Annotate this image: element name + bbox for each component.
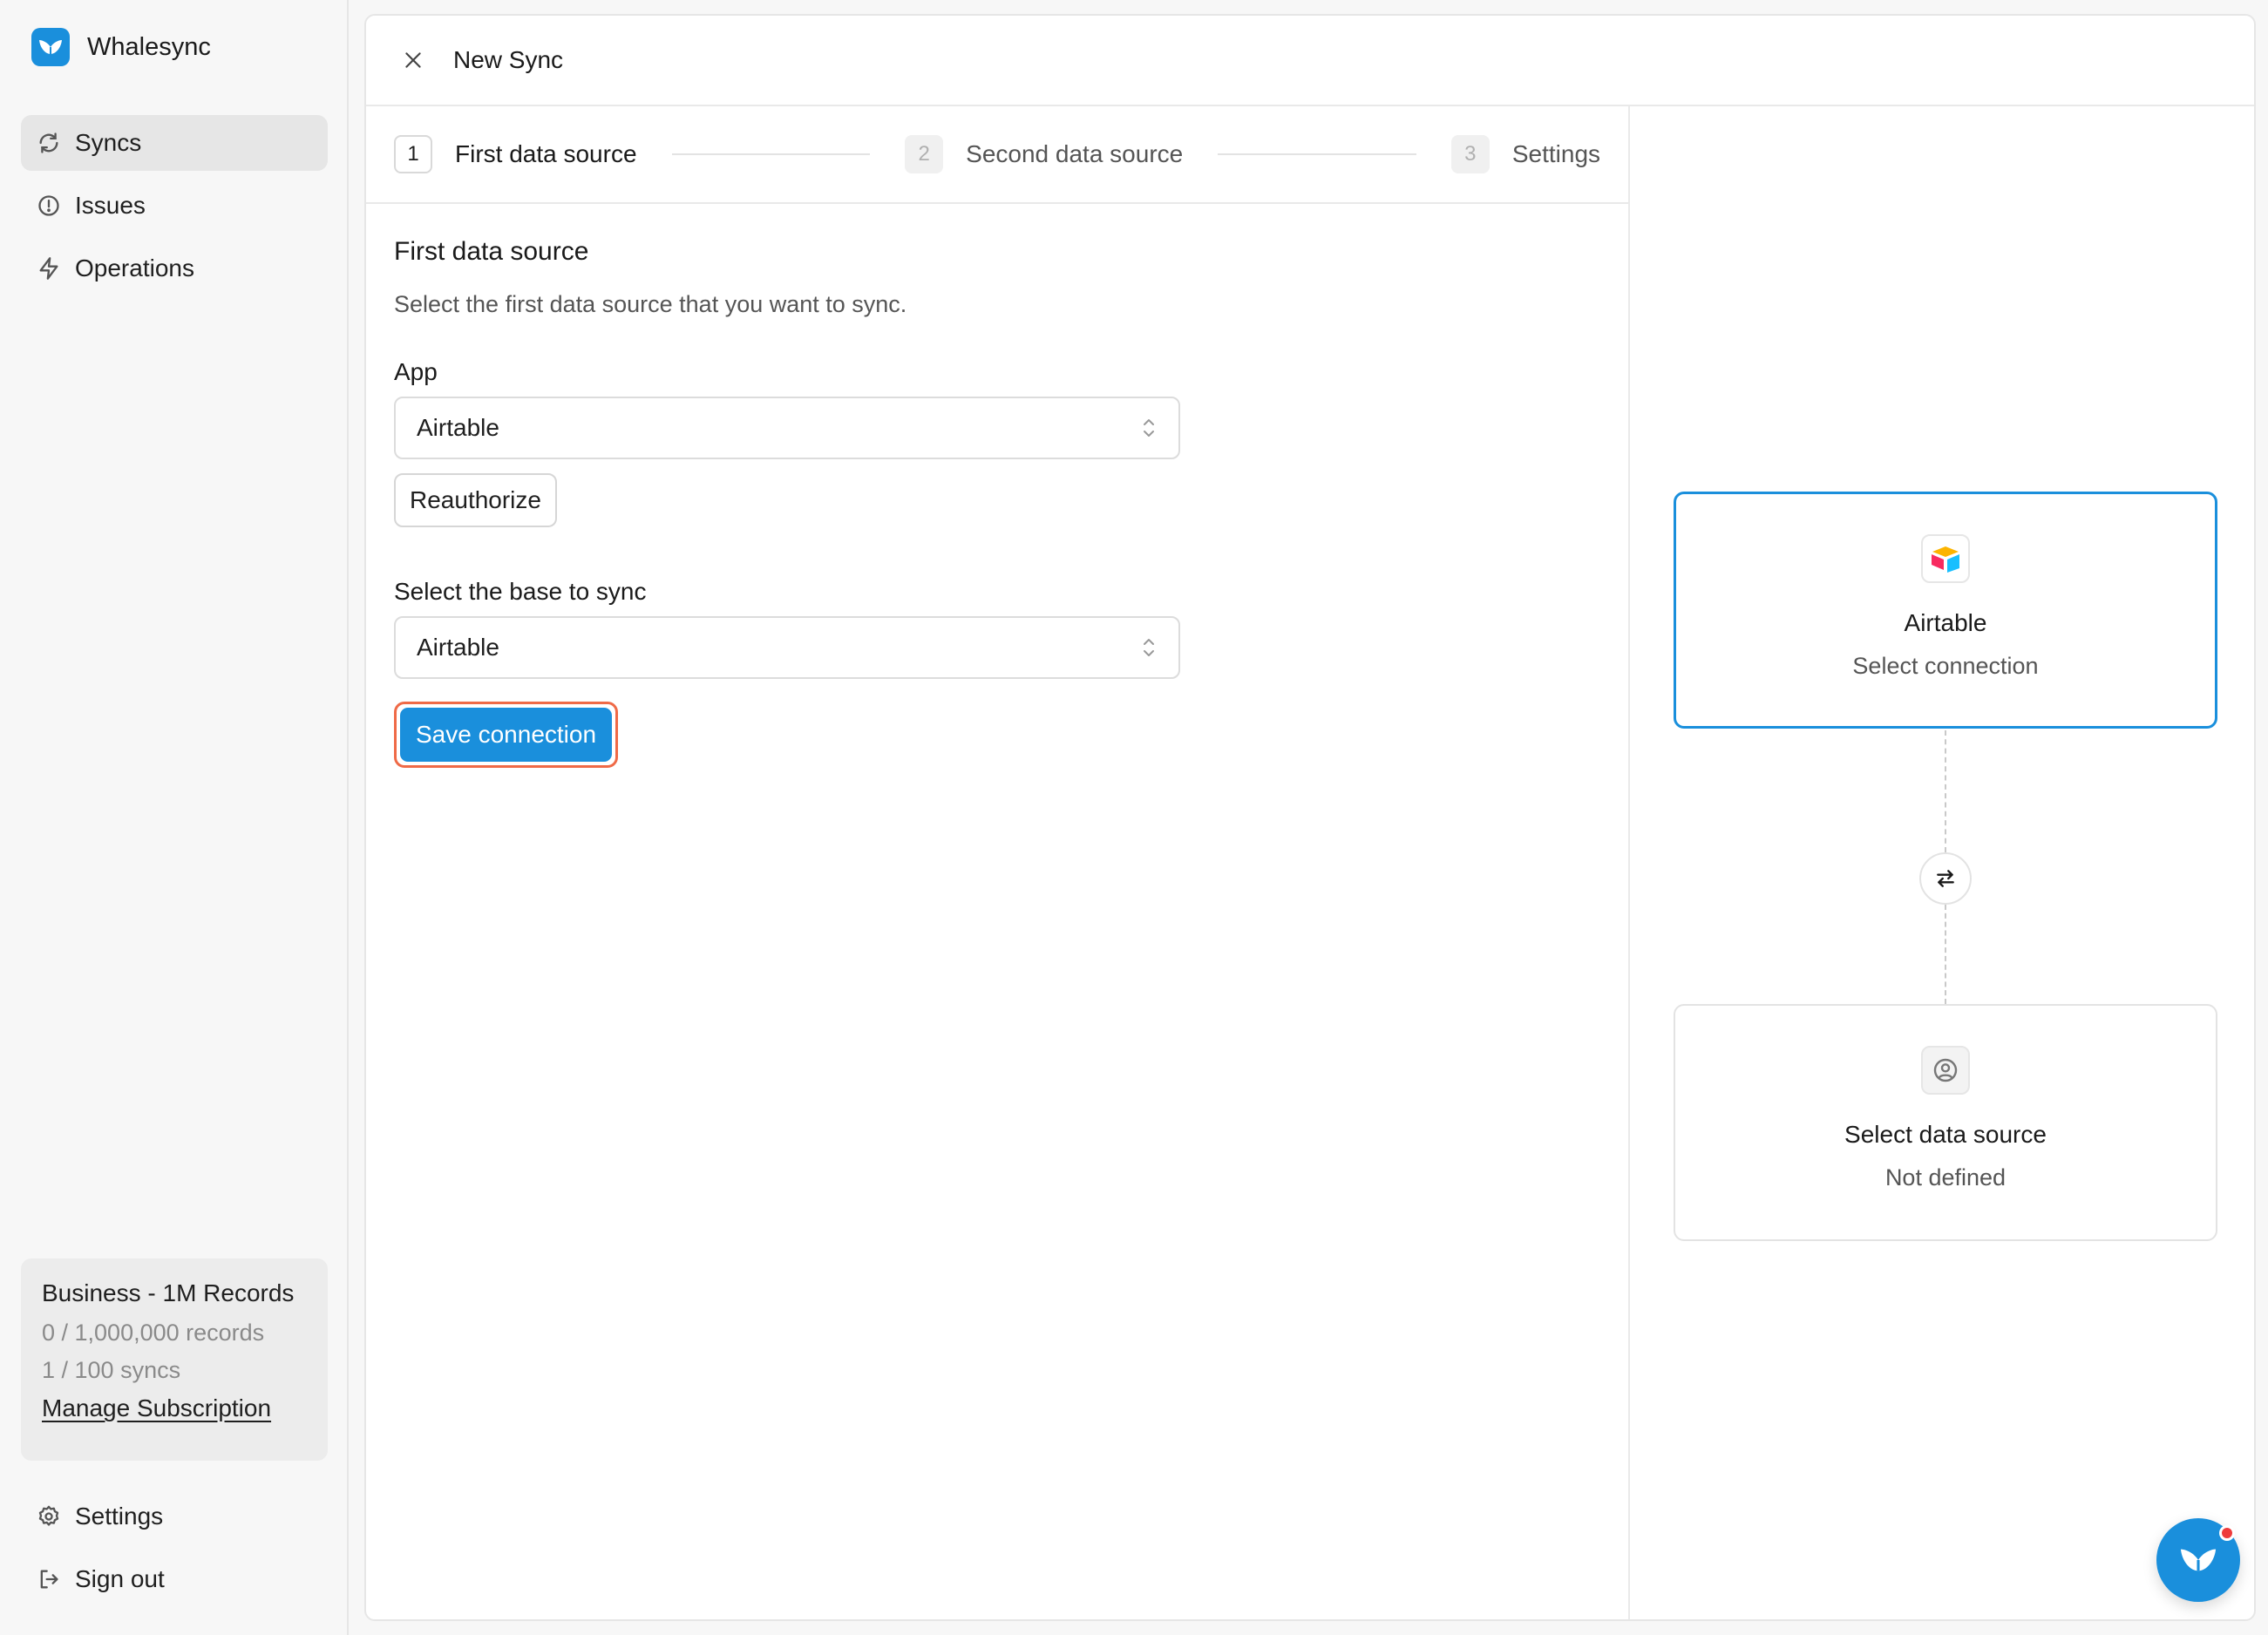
panel-header: New Sync (366, 16, 2254, 106)
target-card-subtitle: Not defined (1884, 1164, 2007, 1191)
step-number: 1 (394, 135, 432, 173)
chevron-up-down-icon (1144, 419, 1154, 437)
plan-syncs: 1 / 100 syncs (42, 1357, 181, 1383)
notification-dot (2219, 1525, 2235, 1541)
form-pane: 1 First data source 2 Second data source… (366, 106, 1630, 1619)
source-card-title: Airtable (1904, 609, 1987, 636)
bolt-icon (37, 256, 61, 281)
reauthorize-button[interactable]: Reauthorize (394, 473, 557, 527)
source-card-subtitle: Select connection (1852, 653, 2039, 679)
app-root: Whalesync Syncs Issues Operations Busine… (0, 0, 2268, 1635)
base-label: Select the base to sync (394, 578, 647, 605)
sidebar-nav: Syncs Issues Operations (21, 115, 328, 303)
step-settings[interactable]: 3 Settings (1450, 135, 1601, 173)
brand-name: Whalesync (87, 32, 211, 61)
gear-icon (37, 1504, 61, 1529)
plan-records: 0 / 1,000,000 records (42, 1320, 265, 1346)
sidebar-item-issues[interactable]: Issues (21, 178, 328, 234)
sidebar-bottom-nav: Settings Sign out (21, 1489, 328, 1614)
brand[interactable]: Whalesync (31, 28, 211, 66)
app-label: App (394, 358, 438, 385)
sidebar-item-settings[interactable]: Settings (21, 1489, 328, 1544)
app-select[interactable]: Airtable (394, 397, 1180, 459)
step-divider (671, 153, 871, 155)
alert-circle-icon (37, 193, 61, 218)
sidebar-item-label: Issues (75, 192, 146, 219)
whalesync-logo-icon (31, 28, 70, 66)
connector-line (1945, 905, 1946, 1004)
step-divider (1218, 153, 1416, 155)
user-circle-icon (1921, 1046, 1970, 1095)
swap-arrows-icon[interactable] (1919, 852, 1972, 905)
sidebar-item-syncs[interactable]: Syncs (21, 115, 328, 171)
step-label: Second data source (966, 140, 1184, 167)
close-icon[interactable] (397, 44, 429, 76)
sidebar-item-operations[interactable]: Operations (21, 241, 328, 296)
step-number: 2 (905, 135, 944, 173)
stepper: 1 First data source 2 Second data source… (366, 106, 1628, 204)
step-first-data-source[interactable]: 1 First data source (394, 135, 637, 173)
form-description: Select the first data source that you wa… (394, 291, 907, 317)
connector-line (1945, 730, 1946, 852)
sidebar: Whalesync Syncs Issues Operations Busine… (0, 0, 349, 1635)
base-select[interactable]: Airtable (394, 616, 1180, 679)
step-label: Settings (1511, 140, 1601, 167)
sidebar-item-sign-out[interactable]: Sign out (21, 1551, 328, 1607)
page-title: New Sync (453, 46, 564, 73)
save-connection-button[interactable]: Save connection (400, 708, 613, 762)
source-card[interactable]: Airtable Select connection (1674, 492, 2217, 729)
new-sync-panel: New Sync 1 First data source 2 Second da… (364, 14, 2256, 1621)
target-card-title: Select data source (1844, 1121, 2047, 1148)
sidebar-item-label: Sign out (75, 1565, 165, 1592)
step-number: 3 (1450, 135, 1490, 173)
airtable-logo-icon (1921, 534, 1970, 583)
target-card[interactable]: Select data source Not defined (1674, 1004, 2217, 1241)
save-button-highlight: Save connection (394, 702, 619, 768)
step-label: First data source (455, 140, 637, 167)
refresh-icon (37, 131, 61, 155)
manage-subscription-link[interactable]: Manage Subscription (42, 1394, 271, 1421)
sidebar-item-label: Operations (75, 254, 194, 282)
sidebar-item-label: Syncs (75, 129, 142, 156)
app-select-value: Airtable (417, 414, 499, 441)
plan-card: Business - 1M Records 0 / 1,000,000 reco… (21, 1258, 328, 1461)
plan-title: Business - 1M Records (42, 1279, 295, 1306)
sync-diagram: Airtable Select connection Select data s… (1632, 106, 2254, 1619)
sign-out-icon (37, 1567, 61, 1591)
whale-chat-icon (2180, 1549, 2217, 1571)
data-source-form: First data source Select the first data … (394, 237, 1266, 768)
base-select-value: Airtable (417, 634, 499, 661)
chat-launcher-button[interactable] (2156, 1518, 2240, 1602)
chevron-up-down-icon (1144, 639, 1154, 656)
step-second-data-source[interactable]: 2 Second data source (905, 135, 1183, 173)
sidebar-item-label: Settings (75, 1503, 164, 1530)
form-title: First data source (394, 237, 589, 266)
